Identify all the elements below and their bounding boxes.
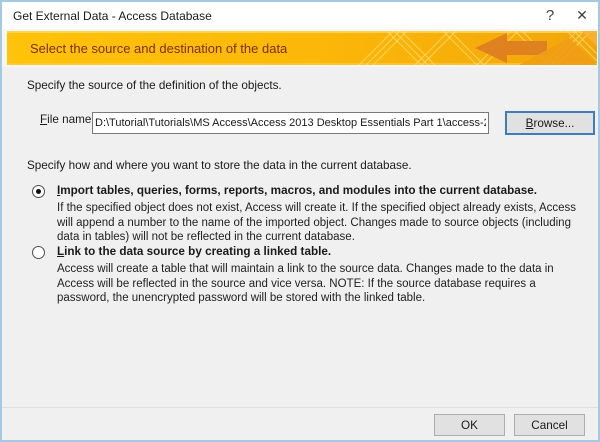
close-icon[interactable]: ✕ bbox=[566, 2, 598, 29]
link-option-label: Link to the data source by creating a li… bbox=[57, 245, 578, 258]
ok-button[interactable]: OK bbox=[434, 414, 505, 436]
source-instruction: Specify the source of the definition of … bbox=[27, 79, 282, 92]
banner-heading: Select the source and destination of the… bbox=[30, 31, 287, 65]
title-bar: Get External Data - Access Database ? ✕ bbox=[2, 2, 598, 29]
file-name-input[interactable] bbox=[92, 112, 489, 134]
import-option-label: Import tables, queries, forms, reports, … bbox=[57, 184, 578, 197]
import-radio-button[interactable] bbox=[32, 185, 45, 198]
cancel-button[interactable]: Cancel bbox=[514, 414, 585, 436]
get-external-data-dialog: Get External Data - Access Database ? ✕ bbox=[0, 0, 600, 442]
browse-button-mnemonic: B bbox=[526, 117, 534, 130]
destination-instruction: Specify how and where you want to store … bbox=[27, 159, 412, 172]
link-option-label-rest: ink to the data source by creating a lin… bbox=[64, 245, 331, 258]
import-option-label-rest: mport tables, queries, forms, reports, m… bbox=[60, 184, 537, 197]
browse-button[interactable]: Browse... bbox=[505, 111, 595, 135]
browse-button-rest: rowse... bbox=[533, 117, 574, 130]
file-name-label-rest: ile name: bbox=[47, 113, 94, 126]
file-name-label: File name: bbox=[40, 113, 95, 126]
link-option-description: Access will create a table that will mai… bbox=[57, 262, 581, 306]
banner: Select the source and destination of the… bbox=[7, 31, 597, 65]
link-option: Link to the data source by creating a li… bbox=[32, 245, 578, 306]
dialog-title: Get External Data - Access Database bbox=[2, 9, 212, 23]
import-option-description: If the specified object does not exist, … bbox=[57, 201, 581, 245]
help-icon[interactable]: ? bbox=[534, 2, 566, 29]
link-radio-button[interactable] bbox=[32, 246, 45, 259]
import-option: Import tables, queries, forms, reports, … bbox=[32, 184, 578, 245]
footer: OK Cancel bbox=[2, 407, 598, 440]
banner-row: Select the source and destination of the… bbox=[2, 29, 598, 67]
